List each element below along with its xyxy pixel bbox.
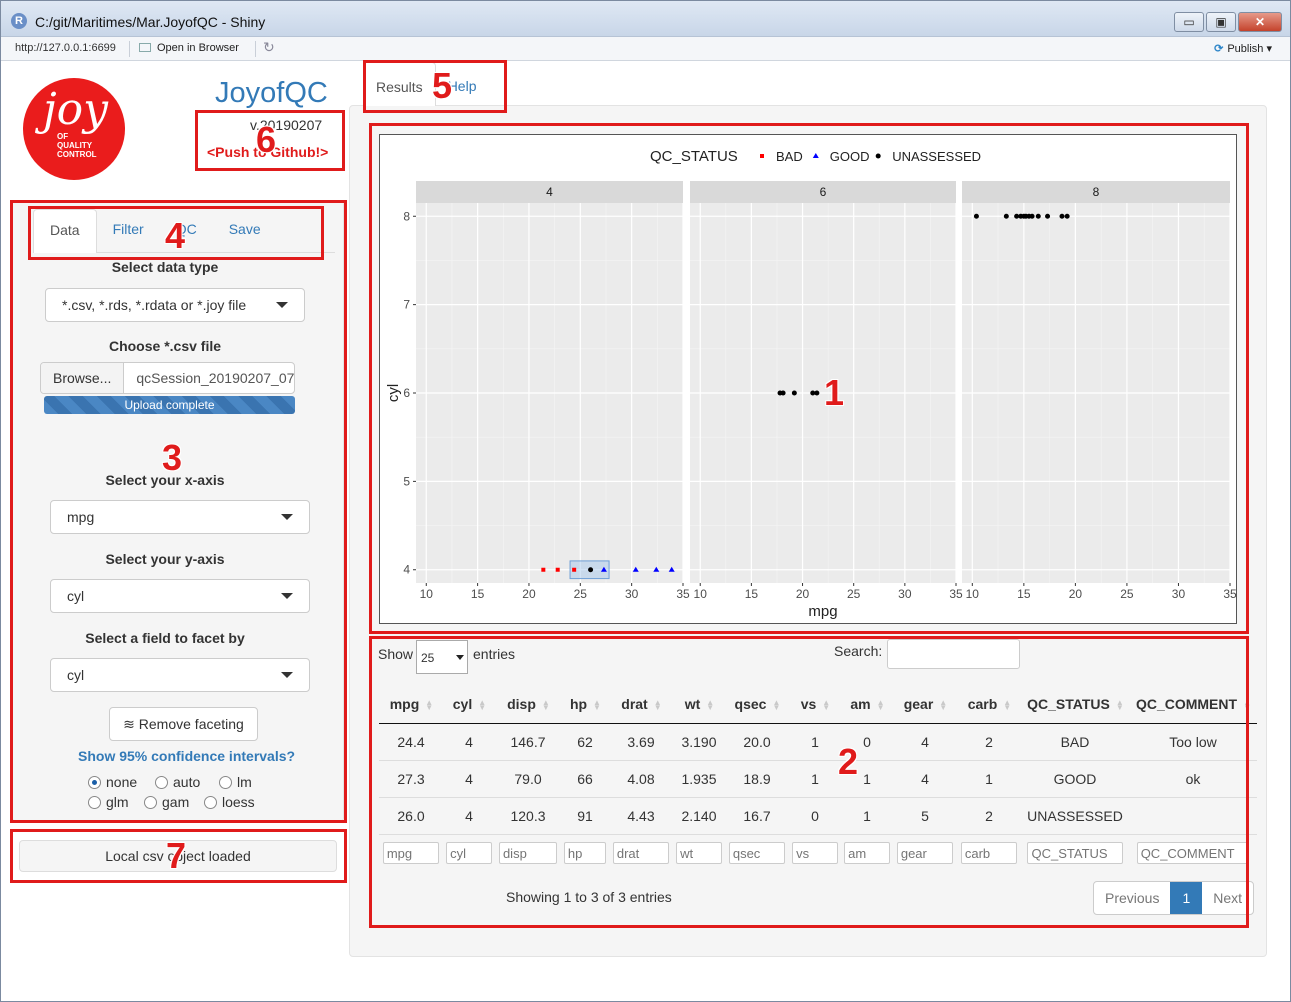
r-icon: R (11, 13, 27, 29)
annotation-box-1 (369, 123, 1249, 634)
title-bar: R C:/git/Maritimes/Mar.JoyofQC - Shiny ▭… (1, 1, 1290, 37)
url-text: http://127.0.0.1:6699 (15, 42, 116, 54)
open-in-browser-button[interactable]: Open in Browser (139, 42, 239, 54)
annotation-label-6: 6 (256, 119, 277, 160)
app-title: JoyofQC (215, 77, 328, 109)
maximize-button[interactable]: ▣ (1206, 12, 1236, 32)
close-button[interactable]: ✕ (1238, 12, 1282, 32)
publish-icon: ⟳ (1214, 43, 1224, 55)
annotation-label-4: 4 (165, 215, 186, 256)
annotation-label-3: 3 (162, 437, 183, 478)
publish-button[interactable]: ⟳ Publish ▾ (1214, 42, 1272, 55)
window-title: C:/git/Maritimes/Mar.JoyofQC - Shiny (35, 14, 266, 30)
refresh-icon[interactable]: ↻ (263, 39, 275, 56)
annotation-box-3 (10, 200, 347, 823)
joy-logo: joy OF QUALITY CONTROL (23, 78, 125, 180)
browser-icon (139, 43, 151, 52)
url-bar: http://127.0.0.1:6699 Open in Browser ↻ … (1, 37, 1290, 61)
annotation-label-5: 5 (432, 65, 453, 106)
annotation-label-1: 1 (824, 372, 845, 413)
annotation-label-2: 2 (838, 741, 859, 782)
logo-letters: joy (43, 84, 108, 135)
annotation-label-7: 7 (166, 835, 187, 876)
annotation-box-2 (369, 636, 1249, 928)
minimize-button[interactable]: ▭ (1174, 12, 1204, 32)
